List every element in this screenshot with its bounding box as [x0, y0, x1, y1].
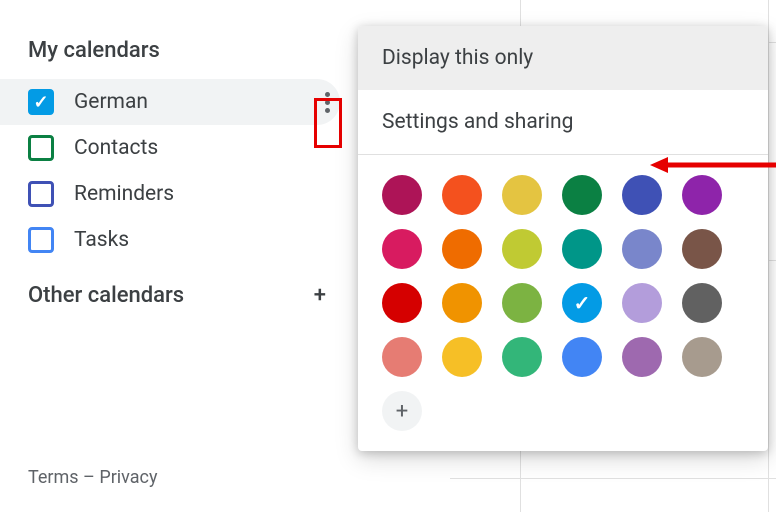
- color-swatch[interactable]: [622, 283, 662, 323]
- color-swatch[interactable]: [502, 337, 542, 377]
- add-calendar-button[interactable]: +: [314, 285, 326, 307]
- calendar-item-contacts[interactable]: Contacts: [0, 125, 350, 171]
- color-swatch[interactable]: [502, 175, 542, 215]
- settings-and-sharing-option[interactable]: Settings and sharing: [358, 90, 768, 154]
- check-icon: ✓: [33, 92, 48, 113]
- calendar-item-reminders[interactable]: Reminders: [0, 171, 350, 217]
- calendar-label: Reminders: [74, 182, 174, 206]
- calendar-item-tasks[interactable]: Tasks: [0, 217, 350, 263]
- color-swatch[interactable]: [502, 229, 542, 269]
- calendar-options-popup: Display this only Settings and sharing ✓…: [358, 26, 768, 451]
- footer-links: Terms – Privacy: [28, 467, 158, 488]
- color-swatch[interactable]: [382, 337, 422, 377]
- calendar-label: Tasks: [74, 228, 129, 252]
- color-swatch[interactable]: [382, 283, 422, 323]
- color-swatch[interactable]: [562, 229, 602, 269]
- color-swatch[interactable]: [682, 283, 722, 323]
- color-swatch[interactable]: [622, 229, 662, 269]
- calendar-item-german[interactable]: ✓ German: [0, 79, 340, 125]
- color-swatch[interactable]: [442, 229, 482, 269]
- calendar-sidebar: My calendars ✓ German Contacts Reminders…: [0, 0, 350, 318]
- color-swatch[interactable]: [682, 337, 722, 377]
- privacy-link[interactable]: Privacy: [99, 467, 157, 488]
- add-custom-color-button[interactable]: +: [382, 391, 422, 431]
- check-icon: ✓: [574, 291, 591, 315]
- color-swatch[interactable]: [442, 283, 482, 323]
- checkbox-german[interactable]: ✓: [28, 89, 54, 115]
- color-swatch[interactable]: [382, 175, 422, 215]
- terms-link[interactable]: Terms: [28, 467, 79, 488]
- checkbox-tasks[interactable]: [28, 227, 54, 253]
- checkbox-reminders[interactable]: [28, 181, 54, 207]
- my-calendars-header[interactable]: My calendars: [0, 38, 350, 79]
- color-swatch[interactable]: [562, 337, 602, 377]
- color-swatch[interactable]: ✓: [562, 283, 602, 323]
- color-swatch[interactable]: [382, 229, 422, 269]
- checkbox-contacts[interactable]: [28, 135, 54, 161]
- color-swatch[interactable]: [622, 175, 662, 215]
- color-picker-grid: ✓+: [358, 155, 768, 451]
- color-swatch[interactable]: [502, 283, 542, 323]
- other-calendars-header[interactable]: Other calendars: [28, 283, 184, 308]
- color-swatch[interactable]: [682, 175, 722, 215]
- color-swatch[interactable]: [442, 337, 482, 377]
- color-swatch[interactable]: [682, 229, 722, 269]
- calendar-options-button[interactable]: [314, 86, 340, 118]
- color-swatch[interactable]: [622, 337, 662, 377]
- color-swatch[interactable]: [562, 175, 602, 215]
- calendar-label: German: [74, 90, 148, 114]
- calendar-label: Contacts: [74, 136, 158, 160]
- color-swatch[interactable]: [442, 175, 482, 215]
- display-this-only-option[interactable]: Display this only: [358, 26, 768, 90]
